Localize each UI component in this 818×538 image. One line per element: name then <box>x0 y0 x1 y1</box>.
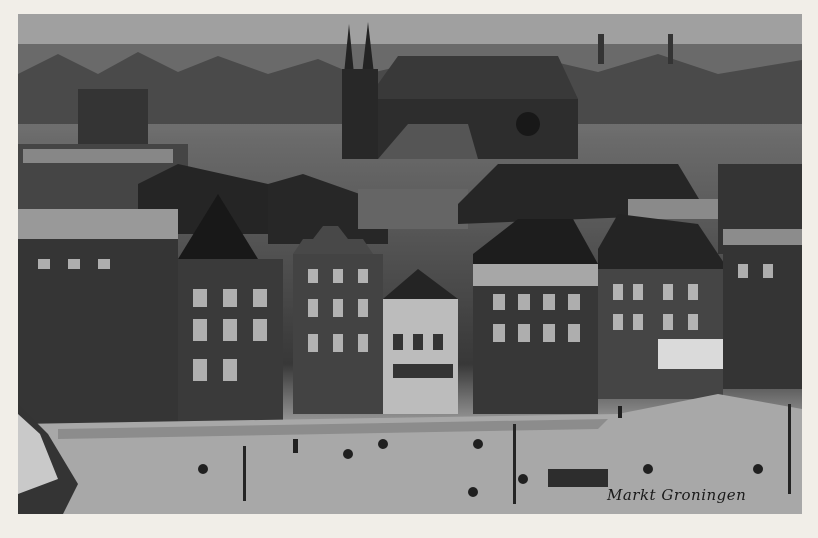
postcard: Markt Groningen <box>0 0 818 538</box>
caption-text: Markt Groningen <box>607 486 747 504</box>
market-facades <box>18 194 802 429</box>
photo-illustration <box>18 14 802 514</box>
photo-market-square <box>18 14 802 514</box>
